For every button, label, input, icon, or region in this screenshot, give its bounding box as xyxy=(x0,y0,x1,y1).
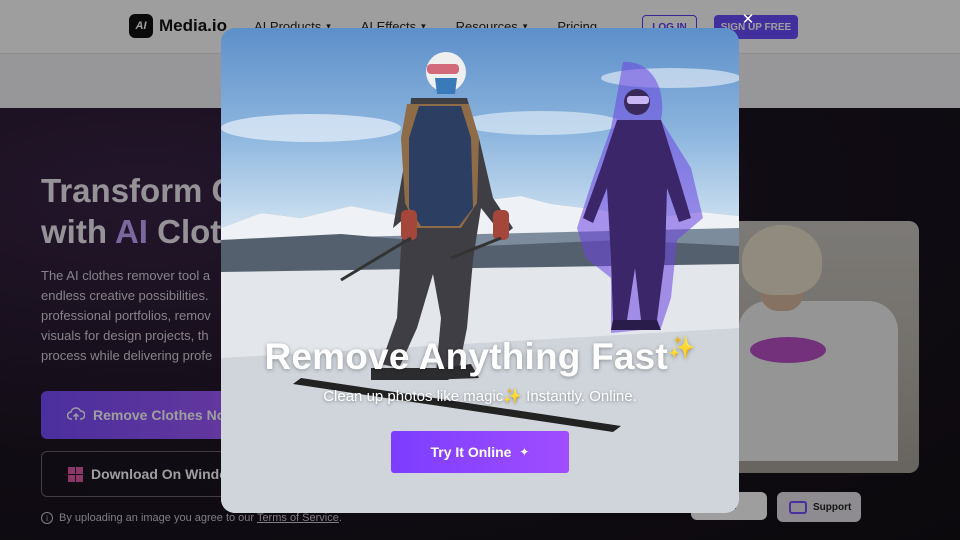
modal-subtitle-text: Instantly. Online. xyxy=(522,388,637,405)
modal-title-text: Remove Anything Fast xyxy=(264,336,668,377)
modal-subtitle: Clean up photos like magic✨ Instantly. O… xyxy=(221,387,739,405)
try-it-online-label: Try It Online xyxy=(430,444,512,460)
promo-modal: Remove Anything Fast✨ Clean up photos li… xyxy=(221,28,739,513)
sparkle-icon: ✨ xyxy=(667,335,696,360)
try-it-online-button[interactable]: Try It Online ✦ xyxy=(391,431,569,473)
sparkle-icon: ✨ xyxy=(503,388,522,405)
modal-subtitle-text: Clean up photos like magic xyxy=(323,388,504,405)
sparkle-icon: ✦ xyxy=(519,445,530,459)
modal-title: Remove Anything Fast✨ xyxy=(221,335,739,378)
close-icon[interactable]: ✕ xyxy=(740,12,756,28)
